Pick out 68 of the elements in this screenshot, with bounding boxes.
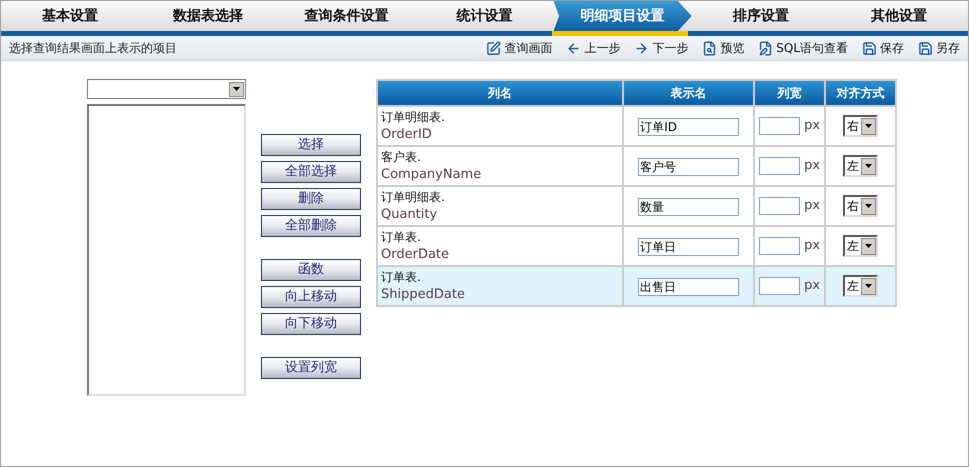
action-button[interactable]: 函数 [261,259,361,281]
align-dropdown[interactable]: 左 [843,155,878,177]
display-name-field[interactable]: 出售日 [638,278,740,296]
column-header: 表示名 [623,80,754,106]
toolbar-button[interactable]: SQL语句查看 [758,39,848,57]
align-dropdown[interactable]: 右 [843,115,878,137]
caret-icon [865,164,872,168]
column-name: CompanyName [381,166,482,184]
column-header: 对齐方式 [825,80,896,106]
caret-icon [865,204,872,208]
pen-square-icon [486,40,502,56]
right-arrow-icon [634,40,650,56]
action-button[interactable]: 选择 [261,134,361,156]
action-button[interactable]: 向下移动 [261,313,361,335]
column-name: ShippedDate [381,286,466,304]
table-name: 订单明细表. [381,189,446,206]
caret-icon [865,124,872,128]
unit-label: px [804,117,820,136]
display-name-field[interactable]: 订单ID [638,118,740,136]
table-name: 客户表. [381,149,422,166]
column-name: OrderID [381,126,433,144]
toolbar-button[interactable]: 另存 [918,39,960,57]
action-button[interactable]: 删除 [261,188,361,210]
align-dropdown[interactable]: 左 [843,235,878,257]
table-name: 订单表. [381,269,422,286]
caret-icon [233,87,240,91]
table-name: 订单表. [381,229,422,246]
width-field[interactable] [759,157,800,175]
toolbar-button[interactable]: 预览 [702,39,744,57]
column-name: Quantity [381,206,438,224]
tab[interactable]: 明细项目设置 [554,1,692,31]
action-button[interactable]: 全部删除 [261,215,361,237]
action-button[interactable]: 全部选择 [261,161,361,183]
action-button[interactable]: 设置列宽 [261,357,361,379]
page-description: 选择查询结果画面上表示的项目 [9,40,177,57]
align-dropdown[interactable]: 左 [843,275,878,297]
align-dropdown[interactable]: 右 [843,195,878,217]
document-pen-icon [758,40,774,56]
width-field[interactable] [759,117,800,135]
width-field[interactable] [759,237,800,255]
toolbar-button[interactable]: 保存 [862,39,904,57]
unit-label: px [804,237,820,256]
caret-icon [865,284,872,288]
table-name: 订单明细表. [381,109,446,126]
tab[interactable]: 统计设置 [415,1,554,31]
unit-label: px [804,157,820,176]
width-field[interactable] [759,277,800,295]
toolbar-button[interactable]: 上一步 [566,39,620,57]
unit-label: px [804,197,820,216]
toolbar-button[interactable]: 查询画面 [486,39,552,57]
toolbar-button[interactable]: 下一步 [634,39,688,57]
display-name-field[interactable]: 客户号 [638,158,740,176]
caret-icon [865,244,872,248]
document-search-icon [702,40,718,56]
width-field[interactable] [759,197,800,215]
display-name-field[interactable]: 数量 [638,198,740,216]
tab[interactable]: 基本设置 [1,1,140,31]
dropdown[interactable] [87,79,246,99]
tab[interactable]: 其他设置 [830,1,968,31]
tab[interactable]: 查询条件设置 [277,1,416,31]
column-header: 列名 [377,80,624,106]
tab[interactable]: 数据表选择 [139,1,278,31]
action-button[interactable]: 向上移动 [261,286,361,308]
unit-label: px [804,277,820,296]
display-name-field[interactable]: 订单日 [638,238,740,256]
tab[interactable]: 排序设置 [692,1,830,31]
column-name: OrderDate [381,246,450,264]
column-header: 列宽 [754,80,826,106]
